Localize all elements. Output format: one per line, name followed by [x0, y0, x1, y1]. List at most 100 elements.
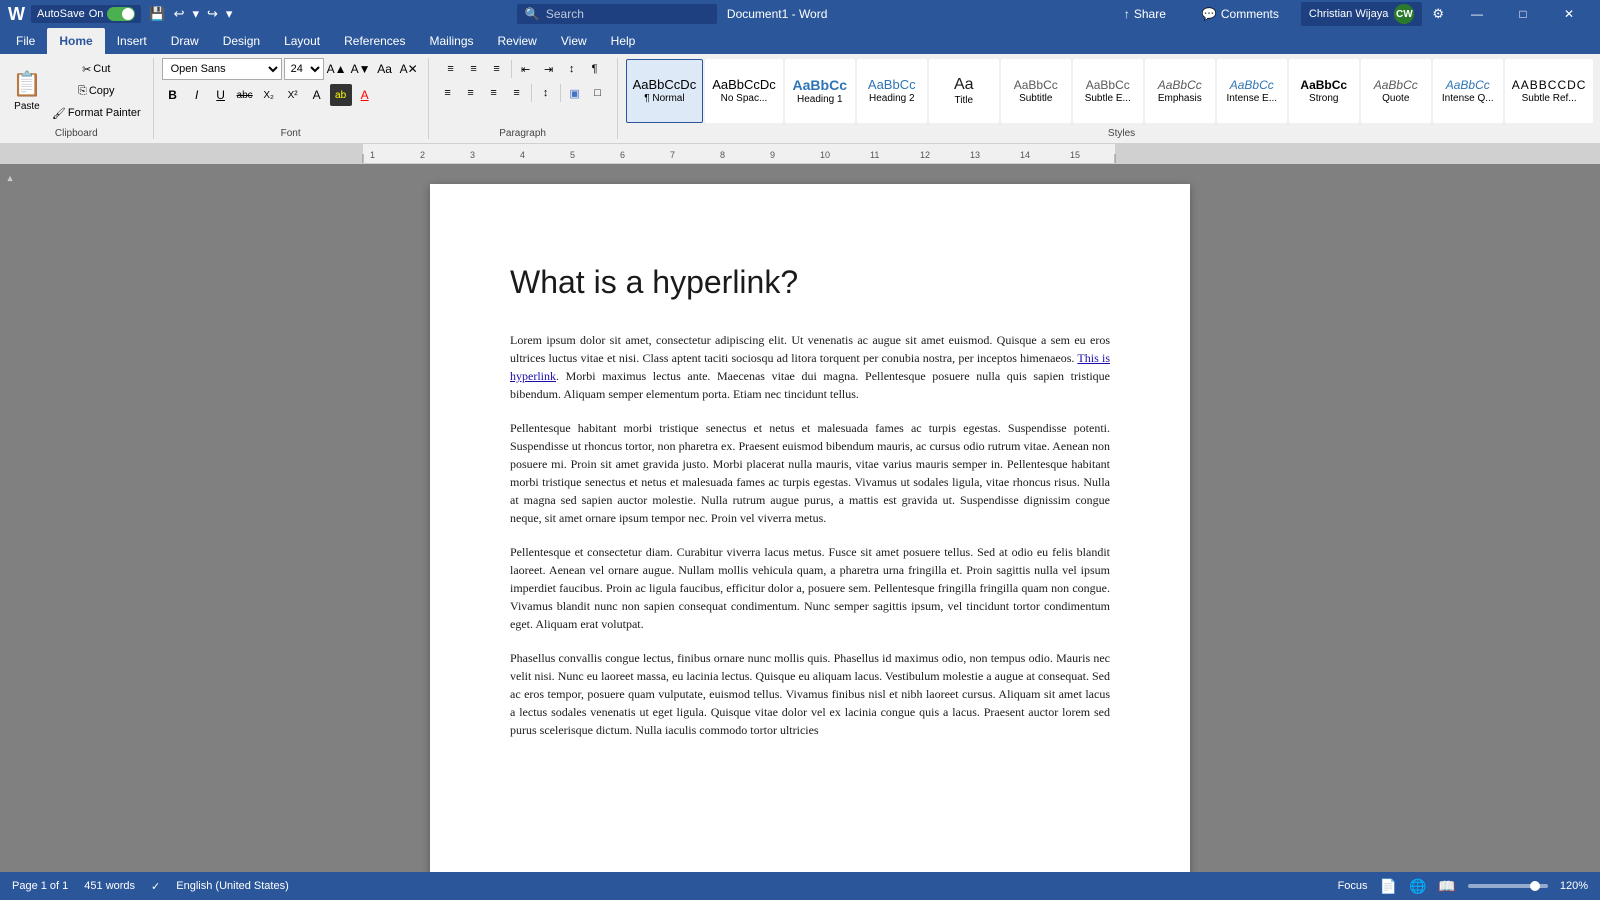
undo-dropdown[interactable]: ▾: [190, 6, 201, 22]
search-bar[interactable]: 🔍: [517, 4, 717, 24]
page-count[interactable]: Page 1 of 1: [12, 880, 68, 892]
strikethrough-button[interactable]: abc: [234, 84, 256, 106]
settings-icon[interactable]: ⚙: [1430, 6, 1446, 22]
copy-button[interactable]: ⎘ Copy: [48, 81, 145, 101]
decrease-font-button[interactable]: A▼: [350, 58, 372, 80]
zoom-level[interactable]: 120%: [1560, 880, 1588, 892]
view-read-icon[interactable]: 📖: [1438, 878, 1455, 895]
save-button[interactable]: 💾: [147, 6, 167, 22]
center-button[interactable]: ≡: [460, 82, 482, 104]
superscript-button[interactable]: X²: [282, 84, 304, 106]
underline-button[interactable]: U: [210, 84, 232, 106]
decrease-indent-button[interactable]: ⇤: [515, 58, 537, 80]
tab-mailings[interactable]: Mailings: [417, 28, 485, 54]
styles-scroll-up[interactable]: ▲: [1595, 59, 1600, 80]
font-color-button[interactable]: A: [354, 84, 376, 106]
style-title[interactable]: Aa Title: [929, 59, 999, 123]
increase-indent-button[interactable]: ⇥: [538, 58, 560, 80]
tab-file[interactable]: File: [4, 28, 47, 54]
border-button[interactable]: □: [587, 82, 609, 104]
autosave-badge[interactable]: AutoSave On: [31, 5, 141, 23]
style-intense-emphasis-label: Intense E...: [1226, 93, 1277, 104]
font-family-select[interactable]: Open Sans: [162, 58, 282, 80]
cut-button[interactable]: ✂ Cut: [48, 59, 145, 79]
subscript-button[interactable]: X₂: [258, 84, 280, 106]
style-subtle-ref[interactable]: AaBBCcDc Subtle Ref...: [1505, 59, 1594, 123]
numbering-button[interactable]: ≡: [463, 58, 485, 80]
zoom-slider[interactable]: [1468, 884, 1548, 888]
style-intense-emphasis[interactable]: AaBbCc Intense E...: [1217, 59, 1287, 123]
style-emphasis[interactable]: AaBbCc Emphasis: [1145, 59, 1215, 123]
share-button[interactable]: ↑ Share: [1110, 3, 1180, 25]
clear-format-button[interactable]: A✕: [398, 58, 420, 80]
align-right-button[interactable]: ≡: [483, 82, 505, 104]
user-badge[interactable]: Christian Wijaya CW: [1301, 2, 1422, 26]
tab-references[interactable]: References: [332, 28, 417, 54]
tab-draw[interactable]: Draw: [159, 28, 211, 54]
left-margin: ▼: [0, 164, 20, 872]
style-heading2[interactable]: AaBbCc Heading 2: [857, 59, 927, 123]
redo-button[interactable]: ↪: [205, 6, 220, 22]
tab-review[interactable]: Review: [486, 28, 549, 54]
language-label[interactable]: English (United States): [176, 880, 289, 892]
style-intense-quote[interactable]: AaBbCc Intense Q...: [1433, 59, 1503, 123]
view-print-icon[interactable]: 📄: [1380, 878, 1397, 895]
change-case-button[interactable]: Aa: [374, 58, 396, 80]
style-subtitle[interactable]: AaBbCc Subtitle: [1001, 59, 1071, 123]
style-normal[interactable]: AaBbCcDc ¶ Normal: [626, 59, 704, 123]
show-hide-button[interactable]: ¶: [584, 58, 606, 80]
maximize-button[interactable]: □: [1500, 0, 1546, 28]
view-web-icon[interactable]: 🌐: [1409, 878, 1426, 895]
font-size-select[interactable]: 24: [284, 58, 324, 80]
close-button[interactable]: ✕: [1546, 0, 1592, 28]
styles-expand[interactable]: ▾: [1595, 102, 1600, 123]
search-input[interactable]: [546, 7, 706, 21]
style-strong[interactable]: AaBbCc Strong: [1289, 59, 1359, 123]
tab-help[interactable]: Help: [599, 28, 648, 54]
autosave-toggle-switch[interactable]: [107, 7, 135, 21]
italic-button[interactable]: I: [186, 84, 208, 106]
title-bar-center: 🔍 Document1 - Word: [234, 4, 1109, 24]
align-left-button[interactable]: ≡: [437, 82, 459, 104]
style-heading1[interactable]: AaBbCc Heading 1: [785, 59, 855, 123]
bullets-button[interactable]: ≡: [440, 58, 462, 80]
share-icon: ↑: [1124, 7, 1130, 21]
font-label: Font: [162, 124, 420, 139]
sort-button[interactable]: ↕: [561, 58, 583, 80]
undo-button[interactable]: ↩: [172, 6, 187, 22]
paste-button[interactable]: 📋 Paste: [8, 59, 46, 123]
line-spacing-button[interactable]: ↕: [535, 82, 557, 104]
autosave-toggle[interactable]: On: [89, 8, 104, 20]
styles-scroll-down[interactable]: ▼: [1595, 80, 1600, 101]
text-effects-button[interactable]: A: [306, 84, 328, 106]
word-count[interactable]: 451 words: [84, 880, 135, 892]
style-subtle-emphasis[interactable]: AaBbCc Subtle E...: [1073, 59, 1143, 123]
style-quote[interactable]: AaBbCc Quote: [1361, 59, 1431, 123]
tab-insert[interactable]: Insert: [105, 28, 159, 54]
hyperlink[interactable]: This is hyperlink: [510, 351, 1110, 383]
text-highlight-button[interactable]: ab: [330, 84, 352, 106]
tab-view[interactable]: View: [549, 28, 599, 54]
page-marker: ▼: [5, 174, 15, 184]
bold-button[interactable]: B: [162, 84, 184, 106]
justify-button[interactable]: ≡: [506, 82, 528, 104]
minimize-button[interactable]: —: [1454, 0, 1500, 28]
tab-home[interactable]: Home: [47, 28, 104, 54]
style-no-spacing[interactable]: AaBbCcDc No Spac...: [705, 59, 783, 123]
multilevel-button[interactable]: ≡: [486, 58, 508, 80]
tab-design[interactable]: Design: [211, 28, 272, 54]
style-strong-label: Strong: [1309, 93, 1338, 104]
document-scroll[interactable]: What is a hyperlink? Lorem ipsum dolor s…: [20, 164, 1600, 872]
paste-label: Paste: [14, 101, 40, 112]
svg-text:11: 11: [870, 150, 879, 160]
style-quote-preview: AaBbCc: [1374, 79, 1418, 91]
increase-font-button[interactable]: A▲: [326, 58, 348, 80]
shading-button[interactable]: ▣: [564, 82, 586, 104]
comments-button[interactable]: 💬 Comments: [1188, 3, 1293, 25]
font-group: Open Sans 24 A▲ A▼ Aa A✕ B I U abc X₂ X²…: [154, 58, 429, 139]
customize-qat[interactable]: ▾: [224, 6, 235, 22]
format-painter-button[interactable]: 🖌 Format Painter: [48, 103, 145, 123]
paragraph-row1: ≡ ≡ ≡ ⇤ ⇥ ↕ ¶: [440, 58, 606, 80]
focus-button[interactable]: Focus: [1338, 880, 1368, 892]
tab-layout[interactable]: Layout: [272, 28, 332, 54]
